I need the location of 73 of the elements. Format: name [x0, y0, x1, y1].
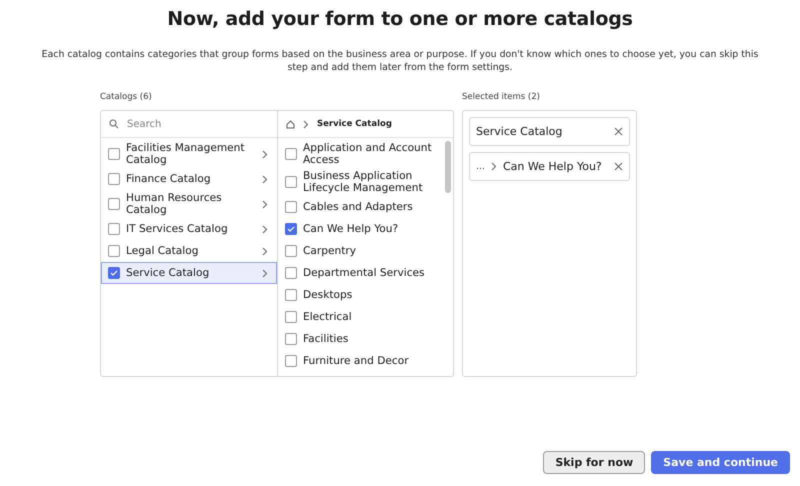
category-item[interactable]: Cables and Adapters: [278, 196, 443, 218]
chevron-right-icon: [262, 174, 268, 184]
path-prefix: …: [476, 162, 485, 172]
check-icon: [110, 269, 118, 277]
category-item[interactable]: Facilities: [278, 328, 443, 350]
category-label: Cables and Adapters: [303, 201, 414, 213]
category-label: Can We Help You?: [303, 223, 400, 235]
category-item[interactable]: Application and Account Access: [278, 140, 443, 168]
chip-label: Can We Help You?: [503, 160, 603, 173]
checkbox[interactable]: [285, 355, 297, 367]
checkbox[interactable]: [285, 289, 297, 301]
save-button[interactable]: Save and continue: [651, 451, 790, 474]
chevron-right-icon: [491, 162, 497, 171]
catalog-item[interactable]: Service Catalog: [101, 262, 277, 284]
category-label: Desktops: [303, 289, 354, 301]
category-item[interactable]: Can We Help You?: [278, 218, 443, 240]
chevron-right-icon: [262, 224, 268, 234]
chevron-right-icon: [303, 120, 309, 128]
checkbox[interactable]: [108, 267, 120, 279]
search-icon: [109, 119, 119, 129]
checkbox[interactable]: [285, 333, 297, 345]
description-text: Each catalog contains categories that group forms based on the business area or purpose. If you don't know which ones to choose yet, you can skip this step and add them later from the form settings.: [40, 48, 760, 74]
check-icon: [287, 225, 295, 233]
scrollbar-thumb[interactable]: [445, 141, 451, 193]
catalog-item[interactable]: Finance Catalog: [101, 168, 277, 190]
checkbox[interactable]: [285, 148, 297, 160]
catalog-item[interactable]: Facilities Management Catalog: [101, 140, 277, 168]
page-title: Now, add your form to one or more catalogs: [167, 8, 633, 30]
category-label: Electrical: [303, 311, 353, 323]
category-label: Carpentry: [303, 245, 357, 257]
checkbox[interactable]: [108, 198, 120, 210]
skip-button[interactable]: Skip for now: [543, 451, 646, 474]
checkbox[interactable]: [285, 311, 297, 323]
category-label: Furniture and Decor: [303, 355, 410, 367]
category-label: Facilities: [303, 333, 350, 345]
catalog-label: Service Catalog: [126, 267, 210, 279]
breadcrumb-label: Service Catalog: [317, 119, 392, 129]
checkbox[interactable]: [108, 245, 120, 257]
checkbox[interactable]: [108, 148, 120, 160]
category-item[interactable]: Departmental Services: [278, 262, 443, 284]
category-item[interactable]: Carpentry: [278, 240, 443, 262]
category-label: Business Application Lifecycle Management: [303, 170, 424, 194]
catalog-label: IT Services Catalog: [126, 223, 229, 235]
chevron-right-icon: [262, 268, 268, 278]
catalog-item[interactable]: Human Resources Catalog: [101, 190, 277, 218]
checkbox[interactable]: [285, 267, 297, 279]
chip-label: Service Catalog: [476, 125, 564, 138]
category-item[interactable]: Desktops: [278, 284, 443, 306]
catalogs-label: Catalogs (6): [100, 92, 153, 102]
catalog-item[interactable]: Legal Catalog: [101, 240, 277, 262]
checkbox[interactable]: [108, 173, 120, 185]
category-item[interactable]: Electrical: [278, 306, 443, 328]
category-item[interactable]: Furniture and Decor: [278, 350, 443, 372]
close-icon[interactable]: [614, 162, 623, 171]
category-item[interactable]: Business Application Lifecycle Management: [278, 168, 443, 196]
catalog-label: Legal Catalog: [126, 245, 200, 257]
chevron-right-icon: [262, 150, 268, 158]
category-label: Application and Account Access: [303, 142, 433, 166]
checkbox[interactable]: [285, 223, 297, 235]
checkbox[interactable]: [285, 201, 297, 213]
checkbox[interactable]: [108, 223, 120, 235]
home-icon[interactable]: [286, 120, 295, 128]
category-label: Departmental Services: [303, 267, 426, 279]
selected-items-label: Selected items (2): [462, 92, 541, 102]
chevron-right-icon: [262, 246, 268, 256]
checkbox[interactable]: [285, 245, 297, 257]
catalog-item[interactable]: IT Services Catalog: [101, 218, 277, 240]
checkbox[interactable]: [285, 176, 297, 188]
catalog-label: Human Resources Catalog: [126, 192, 223, 216]
catalog-label: Finance Catalog: [126, 173, 212, 185]
close-icon[interactable]: [614, 127, 623, 136]
catalog-label: Facilities Management Catalog: [126, 142, 246, 166]
chevron-right-icon: [262, 200, 268, 208]
